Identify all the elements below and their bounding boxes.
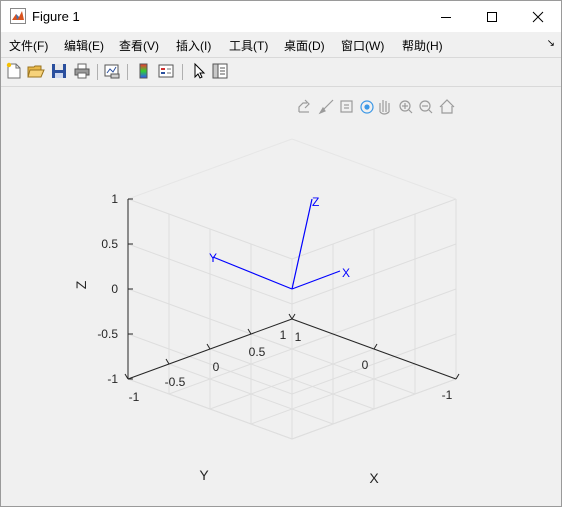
z-tick-label: -1 bbox=[107, 372, 118, 386]
minimize-icon bbox=[441, 16, 451, 18]
edit-plot-arrow-icon[interactable] bbox=[190, 62, 208, 80]
open-folder-icon[interactable] bbox=[27, 62, 45, 80]
x-axis-label: X bbox=[369, 470, 379, 486]
x-tick-label: -0.5 bbox=[165, 375, 186, 389]
y-tick-label: 0 bbox=[362, 358, 369, 372]
z-tick-label: -0.5 bbox=[97, 327, 118, 341]
menu-overflow-icon[interactable]: ↘ bbox=[547, 38, 555, 49]
y-tick-label: 1 bbox=[280, 328, 287, 342]
z-tick-label: 1 bbox=[111, 192, 118, 206]
rotate-3d-icon[interactable] bbox=[360, 100, 374, 114]
figure-window: Figure 1 文件(F) 编辑(E) 查看(V) 插入(I) 工具(T) 桌… bbox=[0, 0, 562, 507]
toolbar-separator bbox=[127, 64, 128, 80]
menu-help[interactable]: 帮助(H) bbox=[402, 37, 443, 54]
y-tick-label: -1 bbox=[442, 388, 453, 402]
data-tips-icon[interactable] bbox=[340, 100, 353, 113]
title-bar[interactable]: Figure 1 bbox=[1, 1, 561, 32]
triad-line-y bbox=[212, 256, 293, 290]
home-icon[interactable] bbox=[439, 99, 455, 114]
x-tick-label: 0.5 bbox=[249, 345, 266, 359]
triad-label-y: Y bbox=[209, 251, 217, 265]
toolbar-separator bbox=[182, 64, 183, 80]
menu-insert[interactable]: 插入(I) bbox=[176, 37, 211, 54]
menu-edit[interactable]: 编辑(E) bbox=[64, 37, 104, 54]
x-tick-label: 1 bbox=[295, 330, 302, 344]
close-button[interactable] bbox=[515, 1, 561, 32]
y-axis-label: Y bbox=[199, 467, 209, 483]
insert-colorbar-icon[interactable] bbox=[135, 62, 153, 80]
grid-line bbox=[127, 138, 293, 200]
menu-view[interactable]: 查看(V) bbox=[119, 37, 159, 54]
plot-data: X Y Z bbox=[209, 195, 350, 290]
print-icon[interactable] bbox=[73, 62, 91, 80]
triad-label-z: Z bbox=[312, 195, 319, 209]
triad-label-x: X bbox=[342, 266, 350, 280]
x-tick-label: -1 bbox=[129, 390, 140, 404]
export-icon[interactable] bbox=[298, 99, 310, 113]
z-axis-label: Z bbox=[73, 280, 89, 289]
figure-canvas[interactable]: -1-0.500.5110-110.50-0.5-1 XYZ X Y Z bbox=[1, 87, 561, 506]
figure-toolbar bbox=[1, 57, 561, 87]
toolbar-separator bbox=[97, 64, 98, 80]
link-plot-icon[interactable] bbox=[103, 62, 121, 80]
maximize-button[interactable] bbox=[469, 1, 515, 32]
z-tick-label: 0.5 bbox=[101, 237, 118, 251]
menu-file[interactable]: 文件(F) bbox=[9, 37, 48, 54]
zoom-out-icon[interactable] bbox=[419, 100, 433, 114]
window-title: Figure 1 bbox=[32, 9, 80, 24]
x-tick-label: 0 bbox=[213, 360, 220, 374]
matlab-icon bbox=[10, 8, 26, 24]
insert-legend-icon[interactable] bbox=[157, 62, 175, 80]
menu-window[interactable]: 窗口(W) bbox=[341, 37, 384, 54]
menu-bar: 文件(F) 编辑(E) 查看(V) 插入(I) 工具(T) 桌面(D) 窗口(W… bbox=[1, 32, 561, 56]
menu-tools[interactable]: 工具(T) bbox=[229, 37, 268, 54]
triad-line-z bbox=[291, 198, 313, 290]
zoom-in-icon[interactable] bbox=[399, 100, 413, 114]
brush-icon[interactable] bbox=[318, 99, 334, 115]
grid-line bbox=[291, 138, 457, 200]
close-icon bbox=[532, 11, 544, 22]
save-icon[interactable] bbox=[50, 62, 68, 80]
menu-desktop[interactable]: 桌面(D) bbox=[284, 37, 325, 54]
axes-toolbar bbox=[298, 99, 455, 115]
z-tick-label: 0 bbox=[111, 282, 118, 296]
maximize-icon bbox=[487, 11, 497, 22]
pan-icon[interactable] bbox=[379, 100, 390, 115]
property-inspector-icon[interactable] bbox=[211, 62, 229, 80]
new-figure-icon[interactable] bbox=[5, 62, 23, 80]
minimize-button[interactable] bbox=[423, 1, 469, 32]
